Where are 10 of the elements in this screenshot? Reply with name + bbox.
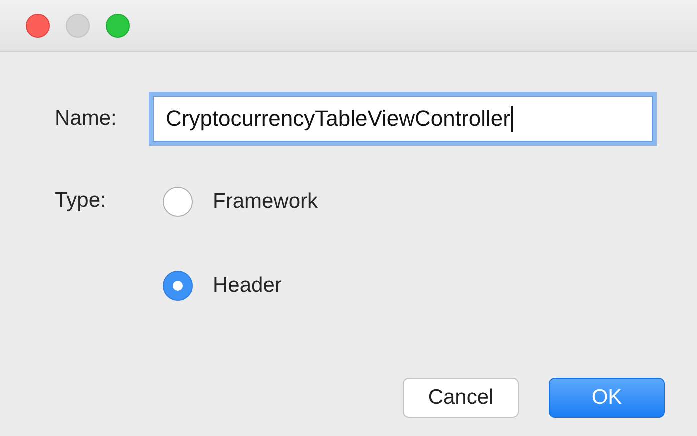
close-icon[interactable] <box>26 14 50 38</box>
zoom-icon[interactable] <box>106 14 130 38</box>
cancel-button[interactable]: Cancel <box>403 378 519 418</box>
radio-button[interactable] <box>163 271 193 301</box>
radio-label[interactable]: Framework <box>213 190 318 214</box>
radio-button[interactable] <box>163 187 193 217</box>
type-label: Type: <box>55 188 108 214</box>
name-label: Name: <box>55 107 118 131</box>
minimize-icon[interactable] <box>66 14 90 38</box>
radio-label[interactable]: Header <box>213 274 282 298</box>
